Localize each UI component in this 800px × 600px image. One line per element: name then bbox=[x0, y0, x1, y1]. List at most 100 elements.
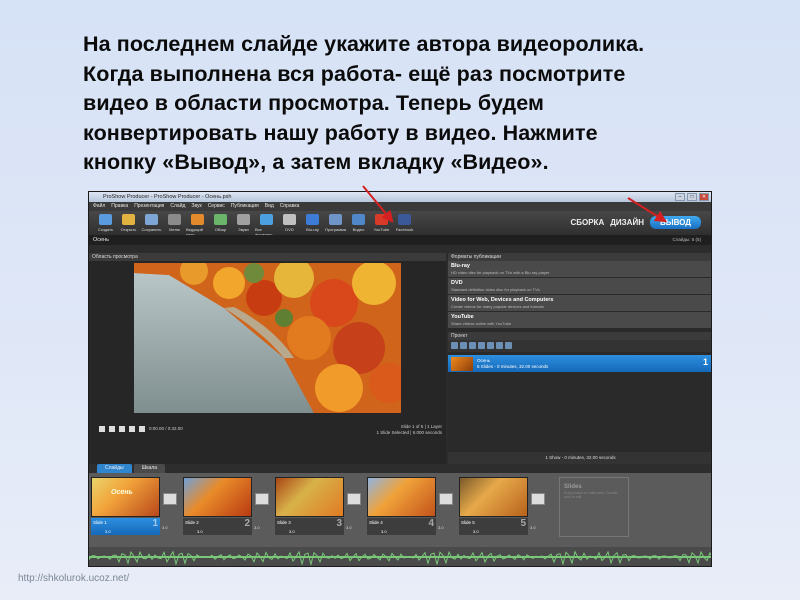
move-up-icon[interactable] bbox=[487, 342, 494, 349]
show-thumbnail bbox=[451, 356, 473, 371]
slide-list: 3.0 Slide 1 1 3.0 Осень 3.0 Slide 2 2 3.0 3.0 Slid… bbox=[89, 473, 711, 547]
proshow-window: ProShow Producer - ProShow Producer - Ос… bbox=[88, 191, 712, 567]
slide-image bbox=[275, 477, 344, 517]
stop-icon[interactable] bbox=[129, 426, 135, 432]
skip-back-icon[interactable] bbox=[99, 426, 105, 432]
sound-icon bbox=[237, 214, 250, 225]
slide-label-bar: Slide 3 3 3.0 bbox=[275, 518, 344, 535]
transition-icon[interactable] bbox=[163, 493, 177, 505]
play-icon[interactable] bbox=[119, 426, 125, 432]
toolbar-label: Blu-ray bbox=[306, 227, 319, 232]
bluray-icon bbox=[306, 214, 319, 225]
mode-build-button[interactable]: СБОРКА bbox=[570, 218, 604, 227]
menu-audio[interactable]: Звук bbox=[191, 202, 201, 211]
slide-thumb-3[interactable]: 3.0 Slide 3 3 3.0 bbox=[275, 477, 363, 547]
soundtrack-bar[interactable] bbox=[89, 547, 711, 566]
slide-thumb-2[interactable]: 3.0 Slide 2 2 3.0 bbox=[183, 477, 271, 547]
next-icon[interactable] bbox=[139, 426, 145, 432]
transition-duration: 3.0 bbox=[346, 525, 352, 530]
toolbar-video-button[interactable]: Видео bbox=[347, 214, 370, 232]
tab-slides[interactable]: Слайды bbox=[97, 464, 132, 473]
toolbar-menu-button[interactable]: Меню bbox=[163, 214, 186, 232]
slide-image bbox=[367, 477, 436, 517]
open-show-icon[interactable] bbox=[460, 342, 467, 349]
format-desc: Share videos online with YouTube bbox=[451, 321, 512, 326]
menu-tools[interactable]: Сервис bbox=[208, 202, 225, 211]
toolbar-bluray-button[interactable]: Blu-ray bbox=[301, 214, 324, 232]
bottom-tabs: Слайды Шкала bbox=[89, 464, 711, 473]
main-toolbar: Создать Открыть Сохранить Меню Ведущий кадр О… bbox=[89, 211, 711, 237]
slide-thumb-5[interactable]: 3.0 Slide 5 5 3.0 bbox=[459, 477, 547, 547]
toolbar-dvd-button[interactable]: DVD bbox=[278, 214, 301, 232]
format-desc: HD video disc for playback on TVs with a… bbox=[451, 270, 550, 275]
format-bluray[interactable]: Blu-ray HD video disc for playback on TV… bbox=[448, 261, 711, 278]
format-dvd[interactable]: DVD Standard definition video disc for p… bbox=[448, 278, 711, 295]
close-button[interactable]: ✕ bbox=[699, 193, 709, 201]
tab-timeline[interactable]: Шкала bbox=[133, 464, 165, 473]
toolbar-facebook-button[interactable]: Facebook bbox=[393, 214, 416, 232]
menu-show[interactable]: Презентация bbox=[134, 202, 164, 211]
keyframe-icon bbox=[191, 214, 204, 225]
open-icon bbox=[122, 214, 135, 225]
toolbar-label: Открыть bbox=[120, 227, 137, 232]
remove-show-icon[interactable] bbox=[478, 342, 485, 349]
toolbar-overview-button[interactable]: Обзор bbox=[209, 214, 232, 232]
overview-icon bbox=[214, 214, 227, 225]
toolbar-new-button[interactable]: Создать bbox=[94, 214, 117, 232]
toolbar-program-button[interactable]: Программа bbox=[324, 214, 347, 232]
menu-help[interactable]: Справка bbox=[280, 202, 300, 211]
menu-view[interactable]: Вид bbox=[265, 202, 274, 211]
format-title: DVD bbox=[451, 280, 463, 286]
add-show-icon[interactable] bbox=[451, 342, 458, 349]
slide-label: Slide 5 bbox=[461, 520, 475, 525]
move-down-icon[interactable] bbox=[496, 342, 503, 349]
slide-number: 1 bbox=[152, 518, 158, 529]
menu-slide[interactable]: Слайд bbox=[170, 202, 185, 211]
mode-design-button[interactable]: ДИЗАЙН bbox=[610, 218, 644, 227]
caption-line-3: видео в области просмотра. Теперь будем bbox=[83, 91, 545, 115]
show-item[interactable]: Осень 5 Slides - 0 minutes, 32.00 second… bbox=[448, 355, 711, 372]
slide-image bbox=[91, 477, 160, 517]
instruction-caption: На последнем слайде укажите автора видео… bbox=[83, 30, 783, 178]
toolbar-save-button[interactable]: Сохранить bbox=[140, 214, 163, 232]
empty-slide-slot[interactable]: Slides Drop photos or video here. Double… bbox=[559, 477, 629, 537]
slide-thumb-1[interactable]: 3.0 Slide 1 1 3.0 Осень bbox=[91, 477, 179, 547]
window-title: ProShow Producer - ProShow Producer - Ос… bbox=[103, 194, 232, 200]
transition-duration: 3.0 bbox=[530, 525, 536, 530]
transition-duration: 3.0 bbox=[162, 525, 168, 530]
slide-thumb-4[interactable]: 3.0 Slide 4 4 3.0 bbox=[367, 477, 455, 547]
toolbar-label: Звуки bbox=[238, 227, 249, 232]
settings-icon[interactable] bbox=[505, 342, 512, 349]
show-index: 1 bbox=[702, 357, 708, 367]
toolbar-open-button[interactable]: Открыть bbox=[117, 214, 140, 232]
format-youtube[interactable]: YouTube Share videos online with YouTube bbox=[448, 312, 711, 329]
save-show-icon[interactable] bbox=[469, 342, 476, 349]
toolbar-formats-button[interactable]: Все форматы bbox=[255, 214, 278, 237]
slide-number: 3 bbox=[336, 518, 342, 529]
publish-header: Форматы публикации bbox=[448, 253, 711, 261]
toolbar-sound-button[interactable]: Звуки bbox=[232, 214, 255, 232]
prev-icon[interactable] bbox=[109, 426, 115, 432]
toolbar-youtube-button[interactable]: YouTube bbox=[370, 214, 393, 232]
mode-output-button[interactable]: ВЫВОД bbox=[649, 216, 701, 229]
transition-icon[interactable] bbox=[347, 493, 361, 505]
show-info: 5 Slides - 0 minutes, 32.00 seconds bbox=[477, 363, 549, 369]
preview-image bbox=[134, 263, 401, 413]
slide-label-bar: Slide 4 4 3.0 bbox=[367, 518, 436, 535]
slide-label-bar: Slide 2 2 3.0 bbox=[183, 518, 252, 535]
minimize-button[interactable]: – bbox=[675, 193, 685, 201]
transition-icon[interactable] bbox=[439, 493, 453, 505]
menu-edit[interactable]: Правка bbox=[111, 202, 128, 211]
maximize-button[interactable]: □ bbox=[687, 193, 697, 201]
menu-file[interactable]: Файл bbox=[93, 202, 105, 211]
transition-icon[interactable] bbox=[255, 493, 269, 505]
toolbar-label: Facebook bbox=[395, 227, 414, 232]
facebook-icon bbox=[398, 214, 411, 225]
menu-publish[interactable]: Публикация bbox=[231, 202, 259, 211]
format-video[interactable]: Video for Web, Devices and Computers Cre… bbox=[448, 295, 711, 312]
transition-icon[interactable] bbox=[531, 493, 545, 505]
toolbar-keyframe-button[interactable]: Ведущий кадр bbox=[186, 214, 209, 237]
toolbar-label: Видео bbox=[352, 227, 365, 232]
toolbar-label: Меню bbox=[169, 227, 180, 232]
video-icon bbox=[352, 214, 365, 225]
